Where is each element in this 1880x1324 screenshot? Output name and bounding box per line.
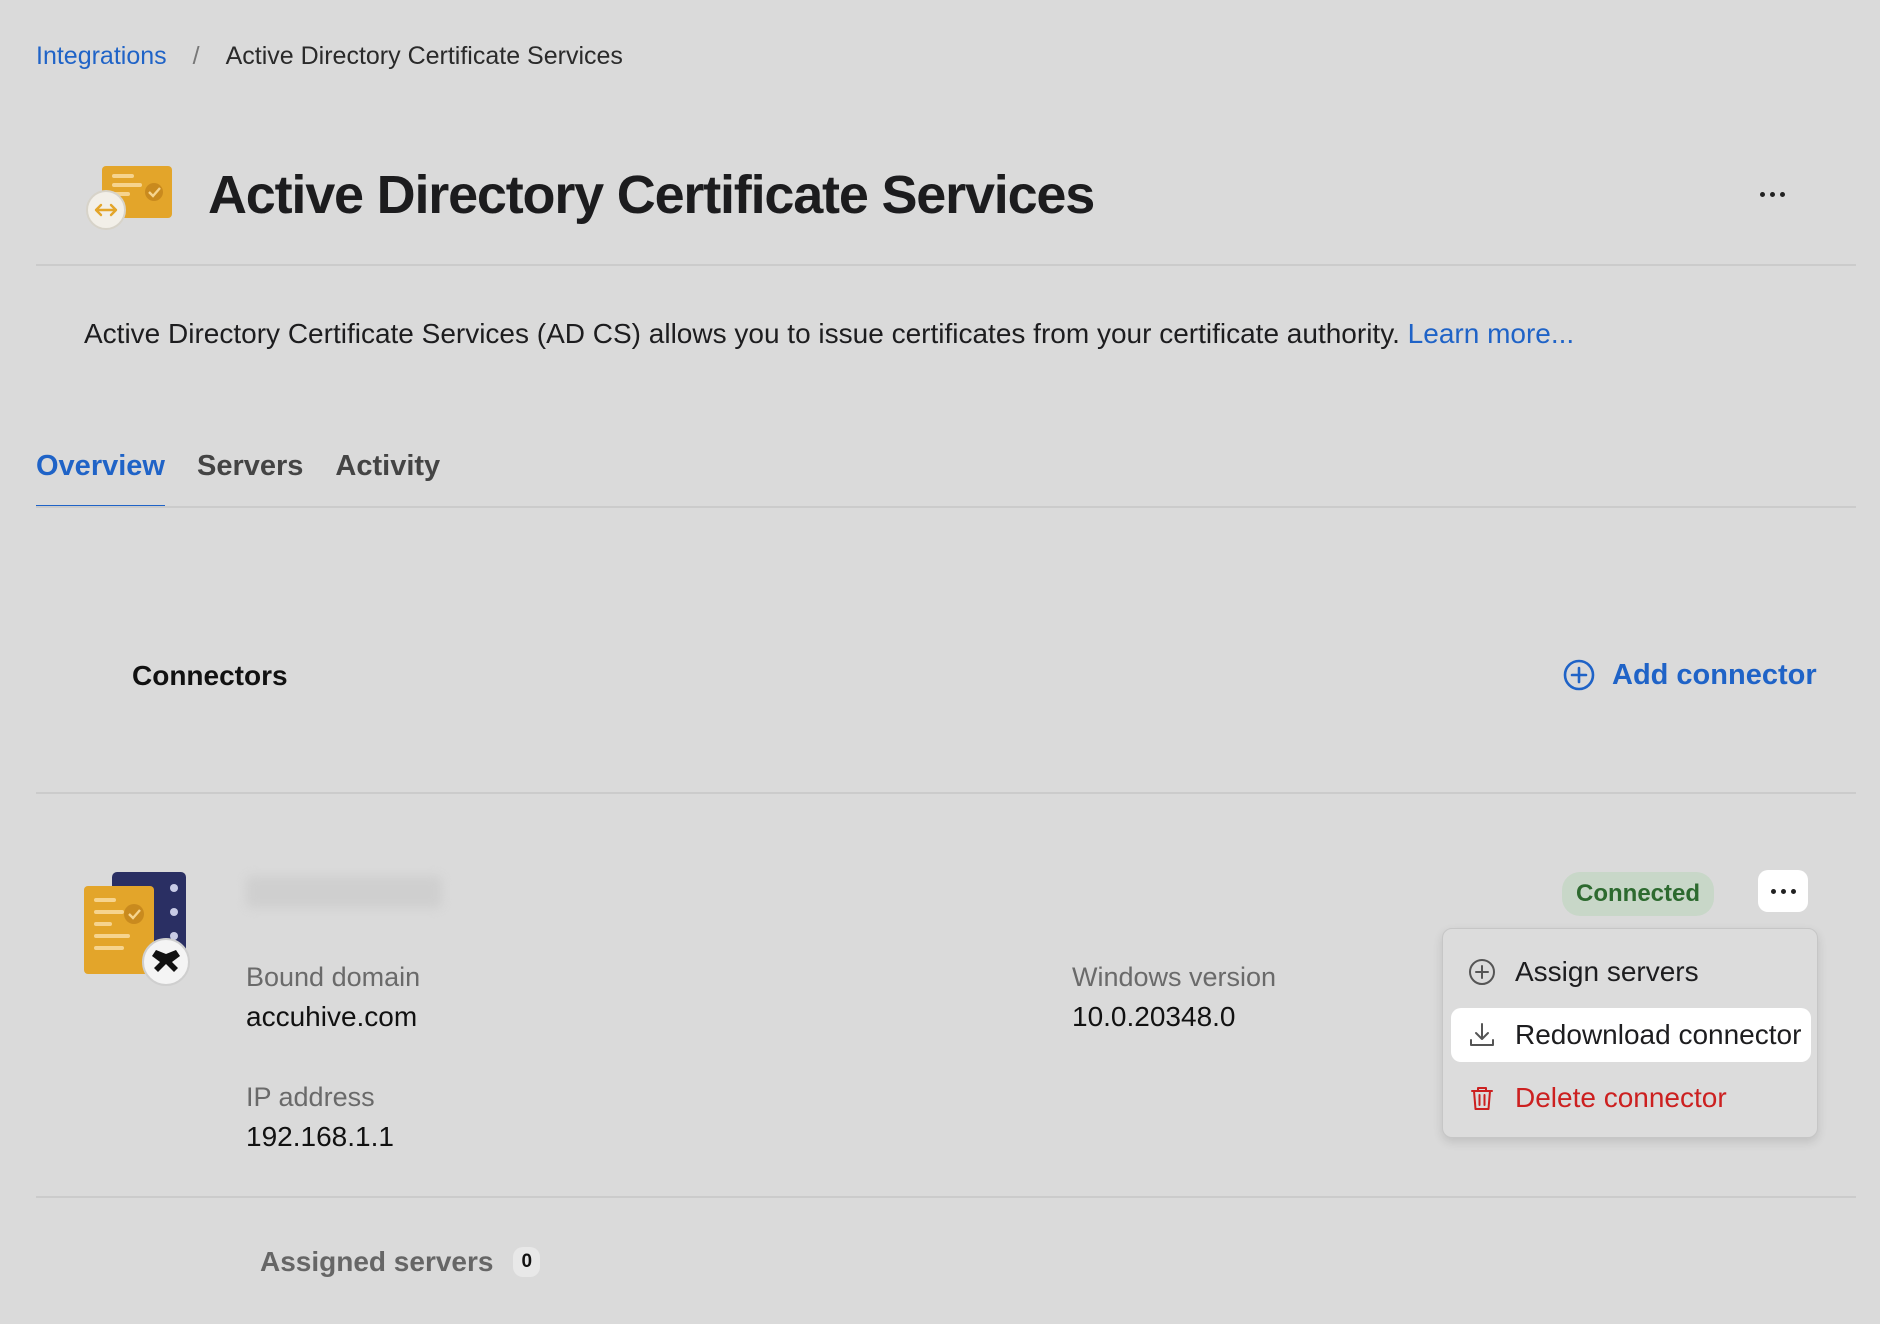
connectors-title: Connectors	[132, 660, 288, 691]
assigned-servers-label: Assigned servers	[260, 1246, 494, 1277]
windows-version-value: 10.0.20348.0	[1072, 1001, 1236, 1032]
connector-server-icon	[82, 870, 192, 988]
connector-actions-menu: Assign servers Redownload connector Dele…	[1442, 928, 1818, 1138]
assigned-servers-toggle[interactable]: Assigned servers 0	[260, 1246, 541, 1278]
status-badge: Connected	[1562, 872, 1715, 916]
bound-domain-value: accuhive.com	[246, 1001, 418, 1032]
plus-circle-icon	[1563, 659, 1595, 691]
add-connector-button[interactable]: Add connector	[1562, 658, 1817, 692]
certificate-sync-icon	[84, 162, 184, 234]
connectors-divider	[36, 792, 1856, 794]
breadcrumb-current: Active Directory Certificate Services	[225, 42, 623, 70]
ip-address-value: 192.168.1.1	[246, 1121, 394, 1152]
ellipsis-icon	[1770, 888, 1776, 894]
ellipsis-icon	[1759, 191, 1765, 197]
assign-servers-label: Assign servers	[1515, 956, 1699, 987]
delete-connector-label: Delete connector	[1515, 1082, 1727, 1113]
tab-activity[interactable]: Activity	[335, 450, 440, 508]
add-connector-label: Add connector	[1612, 658, 1817, 691]
assign-servers-menu-item[interactable]: Assign servers	[1451, 945, 1811, 999]
tab-servers[interactable]: Servers	[197, 450, 303, 508]
download-icon	[1470, 1023, 1494, 1046]
description: Active Directory Certificate Services (A…	[84, 318, 1574, 350]
breadcrumb-separator: /	[192, 42, 200, 70]
trash-icon	[1471, 1087, 1493, 1110]
tab-bar: Overview Servers Activity	[36, 450, 440, 508]
plus-circle-icon	[1469, 959, 1495, 985]
connector-name	[246, 876, 442, 908]
redownload-connector-menu-item[interactable]: Redownload connector	[1451, 1008, 1811, 1062]
tab-overview[interactable]: Overview	[36, 450, 165, 508]
learn-more-link[interactable]: Learn more...	[1408, 318, 1575, 349]
connector-divider	[36, 1196, 1856, 1198]
header-more-button[interactable]	[1752, 176, 1792, 212]
description-text: Active Directory Certificate Services (A…	[84, 318, 1400, 349]
header-divider	[36, 264, 1856, 266]
tab-divider	[36, 506, 1856, 508]
windows-version-label: Windows version	[1072, 962, 1277, 992]
assigned-servers-count: 0	[513, 1247, 541, 1277]
redownload-connector-label: Redownload connector	[1515, 1019, 1802, 1050]
delete-connector-menu-item[interactable]: Delete connector	[1451, 1071, 1811, 1125]
breadcrumb-integrations-link[interactable]: Integrations	[36, 42, 167, 71]
connector-more-button[interactable]	[1758, 870, 1808, 912]
page-title: Active Directory Certificate Services	[208, 165, 1095, 225]
bound-domain-label: Bound domain	[246, 962, 421, 992]
breadcrumb: Integrations / Active Directory Certific…	[36, 42, 623, 71]
ip-address-label: IP address	[246, 1082, 375, 1112]
